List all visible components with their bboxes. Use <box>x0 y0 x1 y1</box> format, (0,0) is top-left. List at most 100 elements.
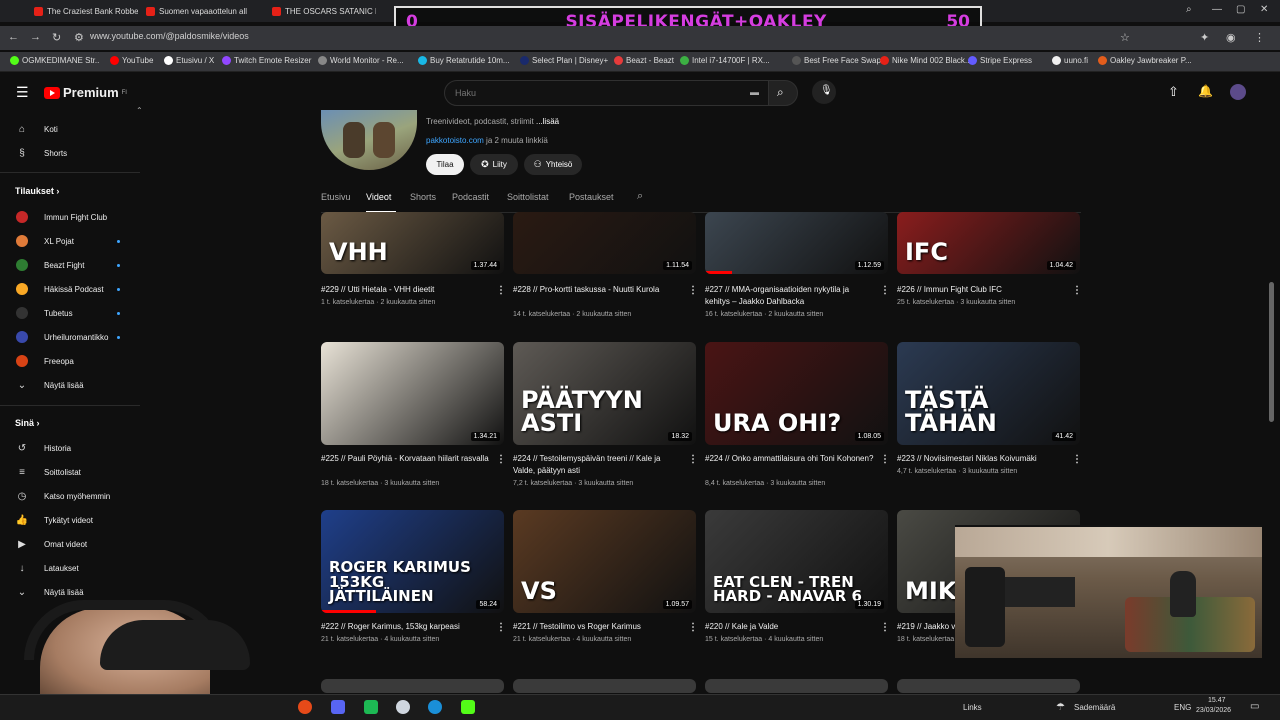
edge-icon[interactable] <box>428 700 442 714</box>
sidebar-subscription-item[interactable]: Freeopa <box>0 351 140 371</box>
video-title[interactable]: #221 // Testoilimo vs Roger Karimus <box>513 621 683 633</box>
kick-icon[interactable] <box>461 700 475 714</box>
avatar[interactable] <box>1230 84 1246 100</box>
tab-shorts[interactable]: Shorts <box>410 192 436 202</box>
sidebar-subscription-item[interactable]: Häkissä Podcast <box>0 279 140 299</box>
you-header[interactable]: Sinä › <box>15 418 40 428</box>
bookmark-item[interactable]: Select Plan | Disney+ <box>520 56 608 65</box>
language-indicator[interactable]: ENG <box>1174 703 1191 712</box>
bookmark-item[interactable]: Beazt - Beazt <box>614 56 674 65</box>
sidebar-you-item[interactable]: ▶ Omat videot <box>0 534 140 554</box>
browser-menu-icon[interactable]: ⋮ <box>1254 31 1265 44</box>
extensions-icon[interactable]: ✦ <box>1200 31 1209 44</box>
video-more-options-icon[interactable]: ⋮ <box>688 454 698 465</box>
sidebar-subscription-item[interactable]: Beazt Fight <box>0 255 140 275</box>
notifications-bell-icon[interactable]: 🔔 <box>1198 84 1213 98</box>
video-more-options-icon[interactable]: ⋮ <box>880 285 890 296</box>
video-thumbnail[interactable]: PÄÄTYYN ASTI 18.32 <box>513 342 696 445</box>
bookmark-item[interactable]: OGMKEDIMANE Str.. <box>10 56 99 65</box>
video-more-options-icon[interactable]: ⋮ <box>688 622 698 633</box>
taskbar-links[interactable]: Links <box>963 703 982 712</box>
video-thumbnail[interactable] <box>321 679 504 693</box>
video-thumbnail[interactable]: EAT CLEN - TREN HARD - ANAVAR 6 1.30.19 <box>705 510 888 613</box>
bookmark-item[interactable]: Nike Mind 002 Black... <box>880 56 972 65</box>
tab-postaukset[interactable]: Postaukset <box>569 192 614 202</box>
video-thumbnail[interactable]: VS 1.09.57 <box>513 510 696 613</box>
video-title[interactable]: #222 // Roger Karimus, 153kg karpeasi <box>321 621 491 633</box>
video-more-options-icon[interactable]: ⋮ <box>496 285 506 296</box>
chrome-icon[interactable] <box>298 700 312 714</box>
sidebar-you-item[interactable]: 👍 Tykätyt videot <box>0 510 140 530</box>
bookmark-item[interactable]: Twitch Emote Resizer <box>222 56 311 65</box>
channel-link[interactable]: pakkotoisto.com <box>426 136 484 145</box>
tab-videot[interactable]: Videot <box>366 192 391 202</box>
video-title[interactable]: #223 // Noviisimestari Niklas Koivumäki <box>897 453 1067 465</box>
bookmark-item[interactable]: Best Free Face Swap... <box>792 56 888 65</box>
subscribe-button[interactable]: Tilaa <box>426 154 464 175</box>
bookmark-item[interactable]: Buy Retatrutide 10m... <box>418 56 510 65</box>
video-more-options-icon[interactable]: ⋮ <box>496 454 506 465</box>
scrollbar-thumb[interactable] <box>1269 282 1274 422</box>
more-link[interactable]: ...lisää <box>536 117 559 126</box>
sidebar-subscription-item[interactable]: Immun Fight Club <box>0 207 140 227</box>
video-more-options-icon[interactable]: ⋮ <box>496 622 506 633</box>
video-more-options-icon[interactable]: ⋮ <box>1072 285 1082 296</box>
video-title[interactable]: #225 // Pauli Pöyhiä - Korvataan hiilari… <box>321 453 491 465</box>
search-button[interactable]: ⌕ <box>768 80 798 106</box>
video-thumbnail[interactable]: URA OHI? 1.08.05 <box>705 342 888 445</box>
minimize-icon[interactable]: — <box>1212 4 1222 15</box>
bookmark-item[interactable]: YouTube <box>110 56 153 65</box>
tab-soittolistat[interactable]: Soittolistat <box>507 192 549 202</box>
sidebar-you-item[interactable]: ≡ Soittolistat <box>0 462 140 482</box>
channel-search-icon[interactable]: ⌕ <box>637 190 643 203</box>
voice-search-button[interactable]: 🎙 <box>812 80 836 104</box>
bookmark-item[interactable]: uuno.fi <box>1052 56 1088 65</box>
sidebar-you-item[interactable]: ↺ Historia <box>0 438 140 458</box>
video-thumbnail[interactable]: VHH 1.37.44 <box>321 212 504 274</box>
close-icon[interactable]: ✕ <box>1260 4 1268 15</box>
site-info-icon[interactable]: ⚙ <box>74 31 84 44</box>
forward-icon[interactable]: → <box>30 31 41 43</box>
video-title[interactable]: #229 // Utti Hietala - VHH dieetit <box>321 284 491 296</box>
youtube-logo[interactable]: Premium FI <box>44 85 127 100</box>
bookmark-item[interactable]: Intel i7-14700F | RX... <box>680 56 770 65</box>
tab-etusivu[interactable]: Etusivu <box>321 192 351 202</box>
video-thumbnail[interactable]: 1.12.59 <box>705 212 888 274</box>
spotify-icon[interactable] <box>364 700 378 714</box>
video-thumbnail[interactable] <box>897 679 1080 693</box>
hamburger-menu-icon[interactable]: ☰ <box>16 84 29 101</box>
sidebar-subscription-item[interactable]: Tubetus <box>0 303 140 323</box>
page-scrollbar[interactable] <box>1268 112 1276 692</box>
video-more-options-icon[interactable]: ⋮ <box>880 622 890 633</box>
video-title[interactable]: #224 // Onko ammattilaisura ohi Toni Koh… <box>705 453 875 465</box>
reload-icon[interactable]: ↻ <box>52 31 61 44</box>
bookmark-item[interactable]: Etusivu / X <box>164 56 214 65</box>
video-thumbnail[interactable] <box>705 679 888 693</box>
channel-avatar[interactable] <box>321 110 417 170</box>
sidebar-item-shorts[interactable]: § Shorts <box>0 143 140 163</box>
discord-icon[interactable] <box>331 700 345 714</box>
video-title[interactable]: #228 // Pro-kortti taskussa - Nuutti Kur… <box>513 284 683 296</box>
video-more-options-icon[interactable]: ⋮ <box>880 454 890 465</box>
sidebar-subscription-item[interactable]: Urheiluromantikko <box>0 327 140 347</box>
back-icon[interactable]: ← <box>8 31 19 43</box>
clock-time[interactable]: 15.47 <box>1208 697 1226 704</box>
bookmark-item[interactable]: Oakley Jawbreaker P... <box>1098 56 1192 65</box>
video-thumbnail[interactable] <box>513 679 696 693</box>
weather-label[interactable]: Sademäärä <box>1074 703 1115 712</box>
notification-icon[interactable]: ▭ <box>1250 701 1259 712</box>
video-more-options-icon[interactable]: ⋮ <box>1072 454 1082 465</box>
community-button[interactable]: ⚇ Yhteisö <box>524 154 582 175</box>
video-title[interactable]: #227 // MMA-organisaatioiden nykytila ja… <box>705 284 875 308</box>
tab-podcastit[interactable]: Podcastit <box>452 192 489 202</box>
video-thumbnail[interactable]: ROGER KARIMUS 153KG JÄTTILÄINEN 58.24 <box>321 510 504 613</box>
sidebar-you-item[interactable]: ↓ Lataukset <box>0 558 140 578</box>
sidebar-you-item[interactable]: ◷ Katso myöhemmin <box>0 486 140 506</box>
video-title[interactable]: #224 // Testoilemyspäivän treeni // Kale… <box>513 453 683 477</box>
clock-date[interactable]: 23/03/2026 <box>1196 707 1231 714</box>
sidebar-show-more-subs[interactable]: ⌄ Näytä lisää <box>0 375 140 395</box>
video-thumbnail[interactable]: 1.34.21 <box>321 342 504 445</box>
more-links[interactable]: ja 2 muuta linkkiä <box>484 136 548 145</box>
bookmark-item[interactable]: World Monitor - Re... <box>318 56 404 65</box>
sidebar-you-item[interactable]: ⌄ Näytä lisää <box>0 582 140 602</box>
